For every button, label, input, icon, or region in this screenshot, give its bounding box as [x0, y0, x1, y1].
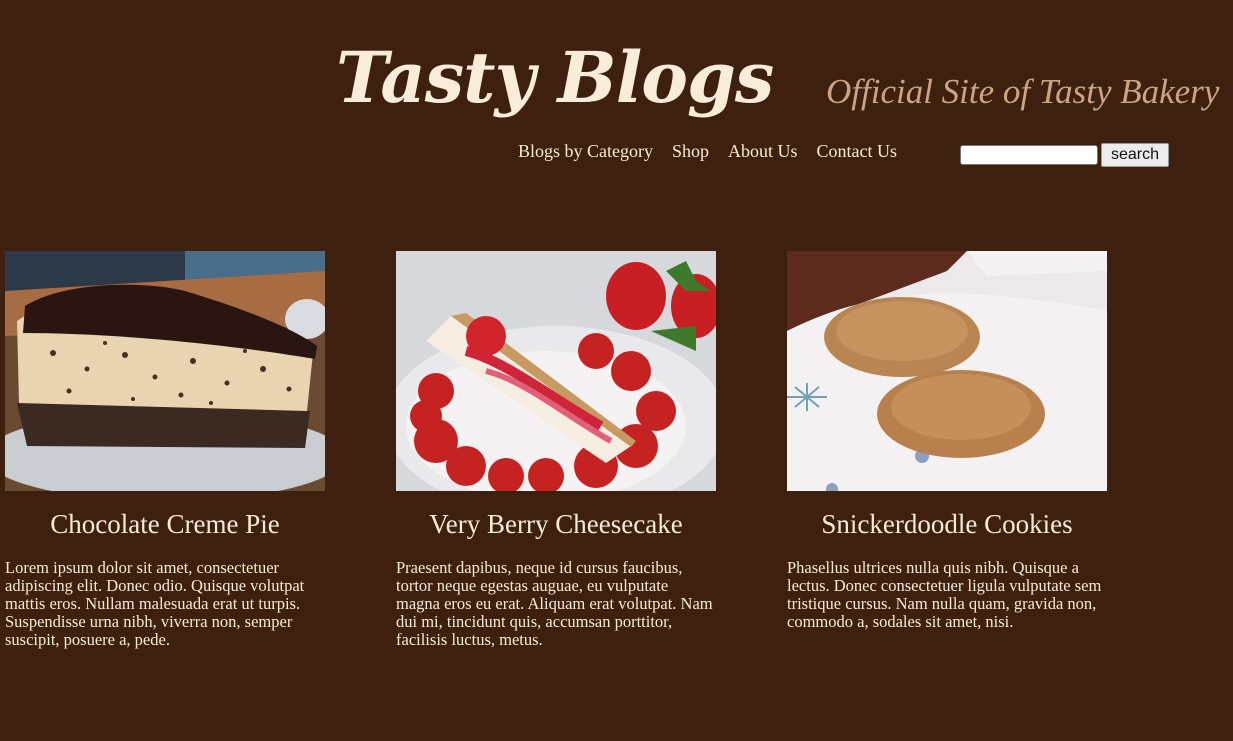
nav-link-contact-us[interactable]: Contact Us	[817, 140, 898, 162]
post-card-chocolate-creme-pie: Chocolate Creme Pie Lorem ipsum dolor si…	[5, 251, 325, 649]
post-card-very-berry-cheesecake: Very Berry Cheesecake Praesent dapibus, …	[396, 251, 716, 649]
site-title: Tasty Blogs	[336, 36, 774, 119]
post-excerpt: Praesent dapibus, neque id cursus faucib…	[396, 558, 713, 649]
search-input[interactable]	[960, 145, 1098, 165]
post-title[interactable]: Chocolate Creme Pie	[5, 491, 325, 540]
post-title[interactable]: Snickerdoodle Cookies	[787, 491, 1107, 540]
post-excerpt: Lorem ipsum dolor sit amet, consectetuer…	[5, 558, 305, 649]
nav-link-shop[interactable]: Shop	[672, 140, 709, 162]
post-card-snickerdoodle-cookies: Snickerdoodle Cookies Phasellus ultrices…	[787, 251, 1107, 631]
post-title[interactable]: Very Berry Cheesecake	[396, 491, 716, 540]
snickerdoodle-cookies-photo[interactable]	[787, 251, 1107, 491]
post-excerpt: Phasellus ultrices nulla quis nibh. Quis…	[787, 558, 1102, 631]
nav-link-about-us[interactable]: About Us	[728, 140, 798, 162]
nav-link-blogs-by-category[interactable]: Blogs by Category	[518, 140, 653, 162]
berry-cheesecake-photo[interactable]	[396, 251, 716, 491]
main-nav: Blogs by Category Shop About Us Contact …	[518, 140, 897, 162]
search-button[interactable]: search	[1101, 143, 1169, 167]
chocolate-creme-pie-photo[interactable]	[5, 251, 325, 491]
site-tagline: Official Site of Tasty Bakery	[826, 72, 1220, 111]
